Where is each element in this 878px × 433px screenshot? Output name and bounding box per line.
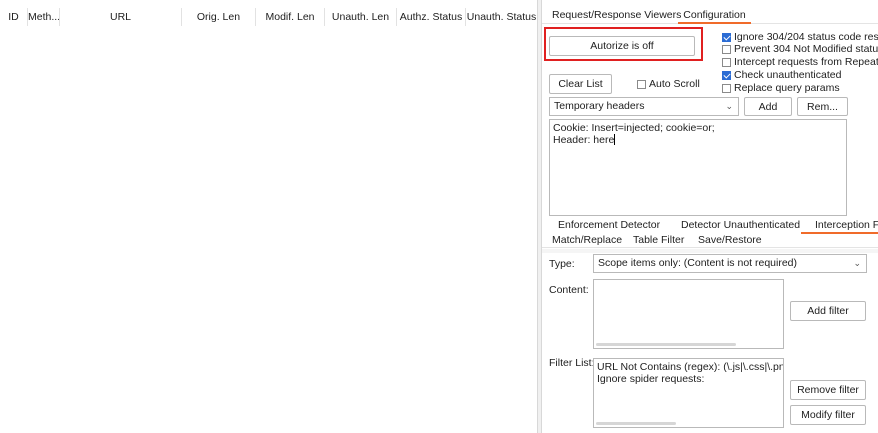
chevron-down-icon: ⌄ [853, 258, 861, 268]
checkbox-icon[interactable] [722, 57, 731, 67]
results-table: ID Meth... URL Orig. Len Modif. Len Unau… [0, 0, 537, 433]
text-caret [614, 134, 616, 145]
add-header-button[interactable]: Add [744, 97, 792, 116]
column-header-unauth-status[interactable]: Unauth. Status [466, 8, 537, 26]
filter-list-item[interactable]: Ignore spider requests: [597, 373, 780, 385]
option-ignore-304[interactable]: Ignore 304/204 status code responses [722, 31, 878, 43]
modify-filter-button[interactable]: Modify filter [790, 405, 866, 425]
tab-request-response-viewers[interactable]: Request/Response Viewers [552, 8, 681, 24]
headers-line: Cookie: Insert=injected; cookie=or; [553, 122, 715, 134]
option-label: Intercept requests from Repeater [734, 56, 878, 68]
option-label: Check unauthenticated [734, 69, 842, 81]
remove-header-button[interactable]: Rem... [797, 97, 848, 116]
column-header-orig-len[interactable]: Orig. Len [182, 8, 256, 26]
column-header-url[interactable]: URL [60, 8, 182, 26]
option-label: Ignore 304/204 status code responses [734, 31, 878, 43]
sub-pane-divider[interactable] [542, 249, 878, 253]
tab-match-replace[interactable]: Match/Replace [552, 233, 622, 249]
column-header-id[interactable]: ID [0, 8, 28, 26]
filter-list-scrollbar[interactable] [596, 422, 676, 425]
type-label: Type: [549, 258, 575, 270]
tab-enforcement-detector[interactable]: Enforcement Detector [558, 218, 660, 234]
checkbox-icon[interactable] [722, 44, 731, 54]
column-header-unauth-len[interactable]: Unauth. Len [325, 8, 397, 26]
filter-list-box[interactable]: URL Not Contains (regex): (\.js|\.css|\.… [593, 358, 784, 428]
filter-list-label: Filter List: [549, 357, 595, 369]
sub-tabs: Enforcement Detector Detector Unauthenti… [542, 216, 878, 248]
option-label: Prevent 304 Not Modified status code [734, 43, 878, 55]
option-check-unauthenticated[interactable]: Check unauthenticated [722, 69, 841, 81]
config-panel: Request/Response Viewers Configuration A… [542, 0, 878, 433]
column-header-method[interactable]: Meth... [28, 8, 60, 26]
option-prevent-304[interactable]: Prevent 304 Not Modified status code [722, 43, 878, 55]
auto-scroll-label: Auto Scroll [649, 78, 700, 90]
filter-type-dropdown[interactable]: Scope items only: (Content is not requir… [593, 254, 867, 273]
filter-type-value: Scope items only: (Content is not requir… [598, 257, 798, 269]
checkbox-icon[interactable] [722, 32, 731, 42]
filter-content-input[interactable] [593, 279, 784, 349]
headers-textarea[interactable]: Cookie: Insert=injected; cookie=or; Head… [549, 119, 847, 216]
content-scrollbar[interactable] [596, 343, 736, 346]
filter-list-item[interactable]: URL Not Contains (regex): (\.js|\.css|\.… [597, 361, 783, 373]
auto-scroll-checkbox[interactable]: Auto Scroll [637, 78, 700, 90]
tab-configuration[interactable]: Configuration [678, 8, 751, 24]
column-header-modif-len[interactable]: Modif. Len [256, 8, 325, 26]
tab-table-filter[interactable]: Table Filter [633, 233, 684, 249]
column-header-authz-status[interactable]: Authz. Status [397, 8, 466, 26]
top-tabs: Request/Response Viewers Configuration [542, 8, 878, 24]
headers-dropdown-value: Temporary headers [554, 100, 645, 112]
autorize-toggle-button[interactable]: Autorize is off [549, 36, 695, 56]
remove-filter-button[interactable]: Remove filter [790, 380, 866, 400]
option-replace-query-params[interactable]: Replace query params [722, 82, 840, 94]
headers-dropdown[interactable]: Temporary headers ⌄ [549, 97, 739, 116]
option-intercept-repeater[interactable]: Intercept requests from Repeater [722, 56, 878, 68]
checkbox-icon[interactable] [637, 79, 646, 89]
tab-interception-filters[interactable]: Interception Filters [801, 218, 878, 234]
table-header: ID Meth... URL Orig. Len Modif. Len Unau… [0, 8, 537, 26]
chevron-down-icon: ⌄ [725, 101, 733, 111]
option-label: Replace query params [734, 82, 840, 94]
headers-line-with-caret: Header: here [553, 134, 616, 146]
checkbox-icon[interactable] [722, 70, 731, 80]
add-filter-button[interactable]: Add filter [790, 301, 866, 321]
checkbox-icon[interactable] [722, 83, 731, 93]
tab-save-restore[interactable]: Save/Restore [698, 233, 762, 249]
tab-detector-unauthenticated[interactable]: Detector Unauthenticated [681, 218, 800, 234]
content-label: Content: [549, 284, 589, 296]
clear-list-button[interactable]: Clear List [549, 74, 612, 94]
